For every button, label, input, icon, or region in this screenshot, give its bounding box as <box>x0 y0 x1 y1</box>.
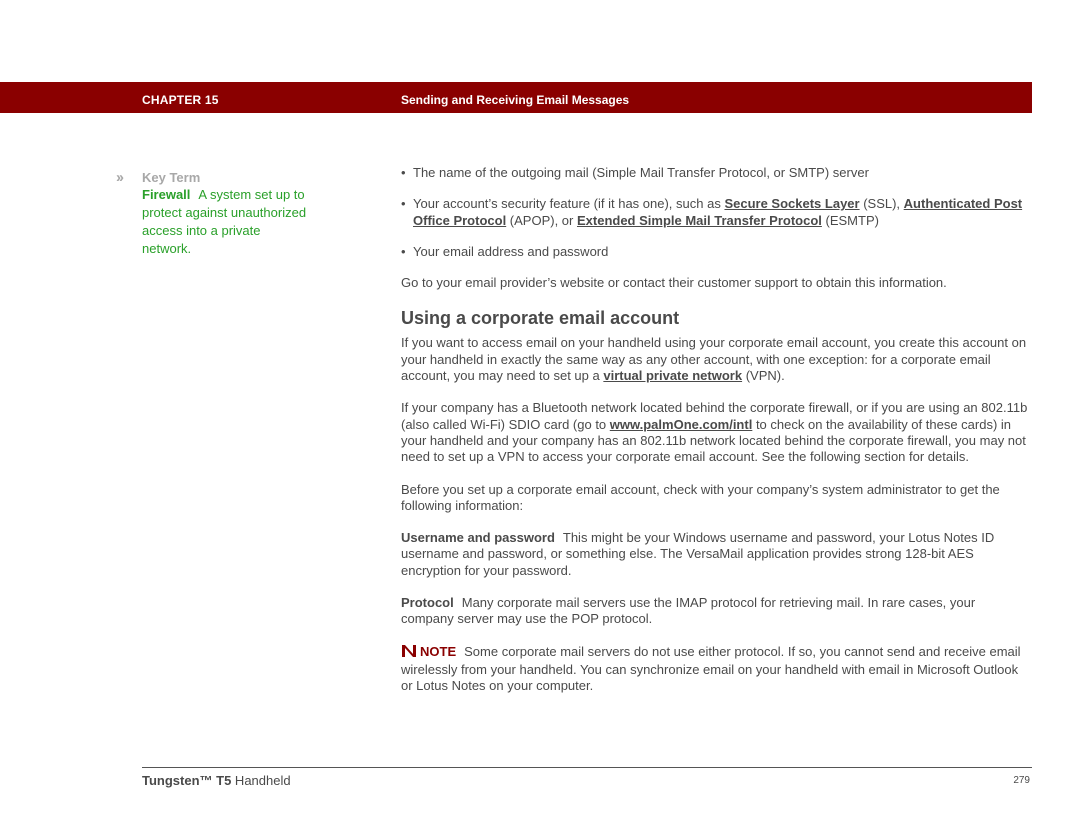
bluetooth-paragraph: If your company has a Bluetooth network … <box>401 400 1031 465</box>
bullet-text: Your account’s security feature (if it h… <box>413 196 725 212</box>
protocol-paragraph: Protocol Many corporate mail servers use … <box>401 595 1031 628</box>
bullet-icon: • <box>401 196 406 212</box>
provider-paragraph: Go to your email provider’s website or c… <box>401 275 947 291</box>
key-term-label: Key Term <box>142 169 201 185</box>
bullet-text: (APOP), or <box>506 212 577 228</box>
footer-brand: Tungsten™ T5 <box>142 773 232 788</box>
footer-product-name: Handheld <box>231 773 291 788</box>
bullet-icon: • <box>401 165 406 180</box>
section-heading: Using a corporate email account <box>401 308 680 329</box>
username-lead: Username and password <box>401 530 555 546</box>
vpn-paragraph: If you want to access email on your hand… <box>401 335 1031 384</box>
bullet-text: (SSL), <box>859 196 904 212</box>
footer-product: Tungsten™ T5 Handheld <box>142 773 291 788</box>
chapter-number: CHAPTER 15 <box>142 93 219 107</box>
note-text: Some corporate mail servers do not use e… <box>401 643 1021 694</box>
bullet-text: Your email address and password <box>413 243 609 259</box>
key-term-definition: Firewall A system set up to protect again… <box>142 186 312 258</box>
page-number: 279 <box>1013 775 1030 786</box>
paragraph-text: (VPN). <box>742 368 785 384</box>
link-virtual-private-network[interactable]: virtual private network <box>603 368 742 383</box>
username-paragraph: Username and password This might be your … <box>401 530 1031 579</box>
link-extended-smtp[interactable]: Extended Simple Mail Transfer Protocol <box>577 213 822 228</box>
note-icon <box>401 644 417 662</box>
main-content: • The name of the outgoing mail (Simple … <box>401 165 1031 711</box>
bullet-text: The name of the outgoing mail (Simple Ma… <box>413 165 869 180</box>
note-label: NOTE <box>420 643 457 659</box>
note-paragraph: NOTE Some corporate mail servers do not u… <box>401 644 1031 695</box>
admin-paragraph: Before you set up a corporate email acco… <box>401 481 1000 513</box>
list-item: • The name of the outgoing mail (Simple … <box>401 165 1031 181</box>
double-chevron-icon: ›› <box>116 168 124 186</box>
paragraph-text: Many corporate mail servers use the IMAP… <box>401 595 976 627</box>
key-term-sidebar: ›› Key Term Firewall A system set up to p… <box>116 168 316 258</box>
key-term-word: Firewall <box>142 187 191 202</box>
link-palmone-intl[interactable]: www.palmOne.com/intl <box>610 417 753 432</box>
bullet-text: (ESMTP) <box>821 212 879 228</box>
footer-divider <box>142 767 1032 768</box>
list-item: • Your email address and password <box>401 244 1031 260</box>
link-secure-sockets-layer[interactable]: Secure Sockets Layer <box>724 196 859 211</box>
list-item: • Your account’s security feature (if it… <box>401 196 1031 229</box>
bullet-icon: • <box>401 243 406 259</box>
protocol-lead: Protocol <box>401 595 454 611</box>
chapter-title: Sending and Receiving Email Messages <box>401 93 630 107</box>
key-term-heading: ›› Key Term <box>116 168 316 186</box>
